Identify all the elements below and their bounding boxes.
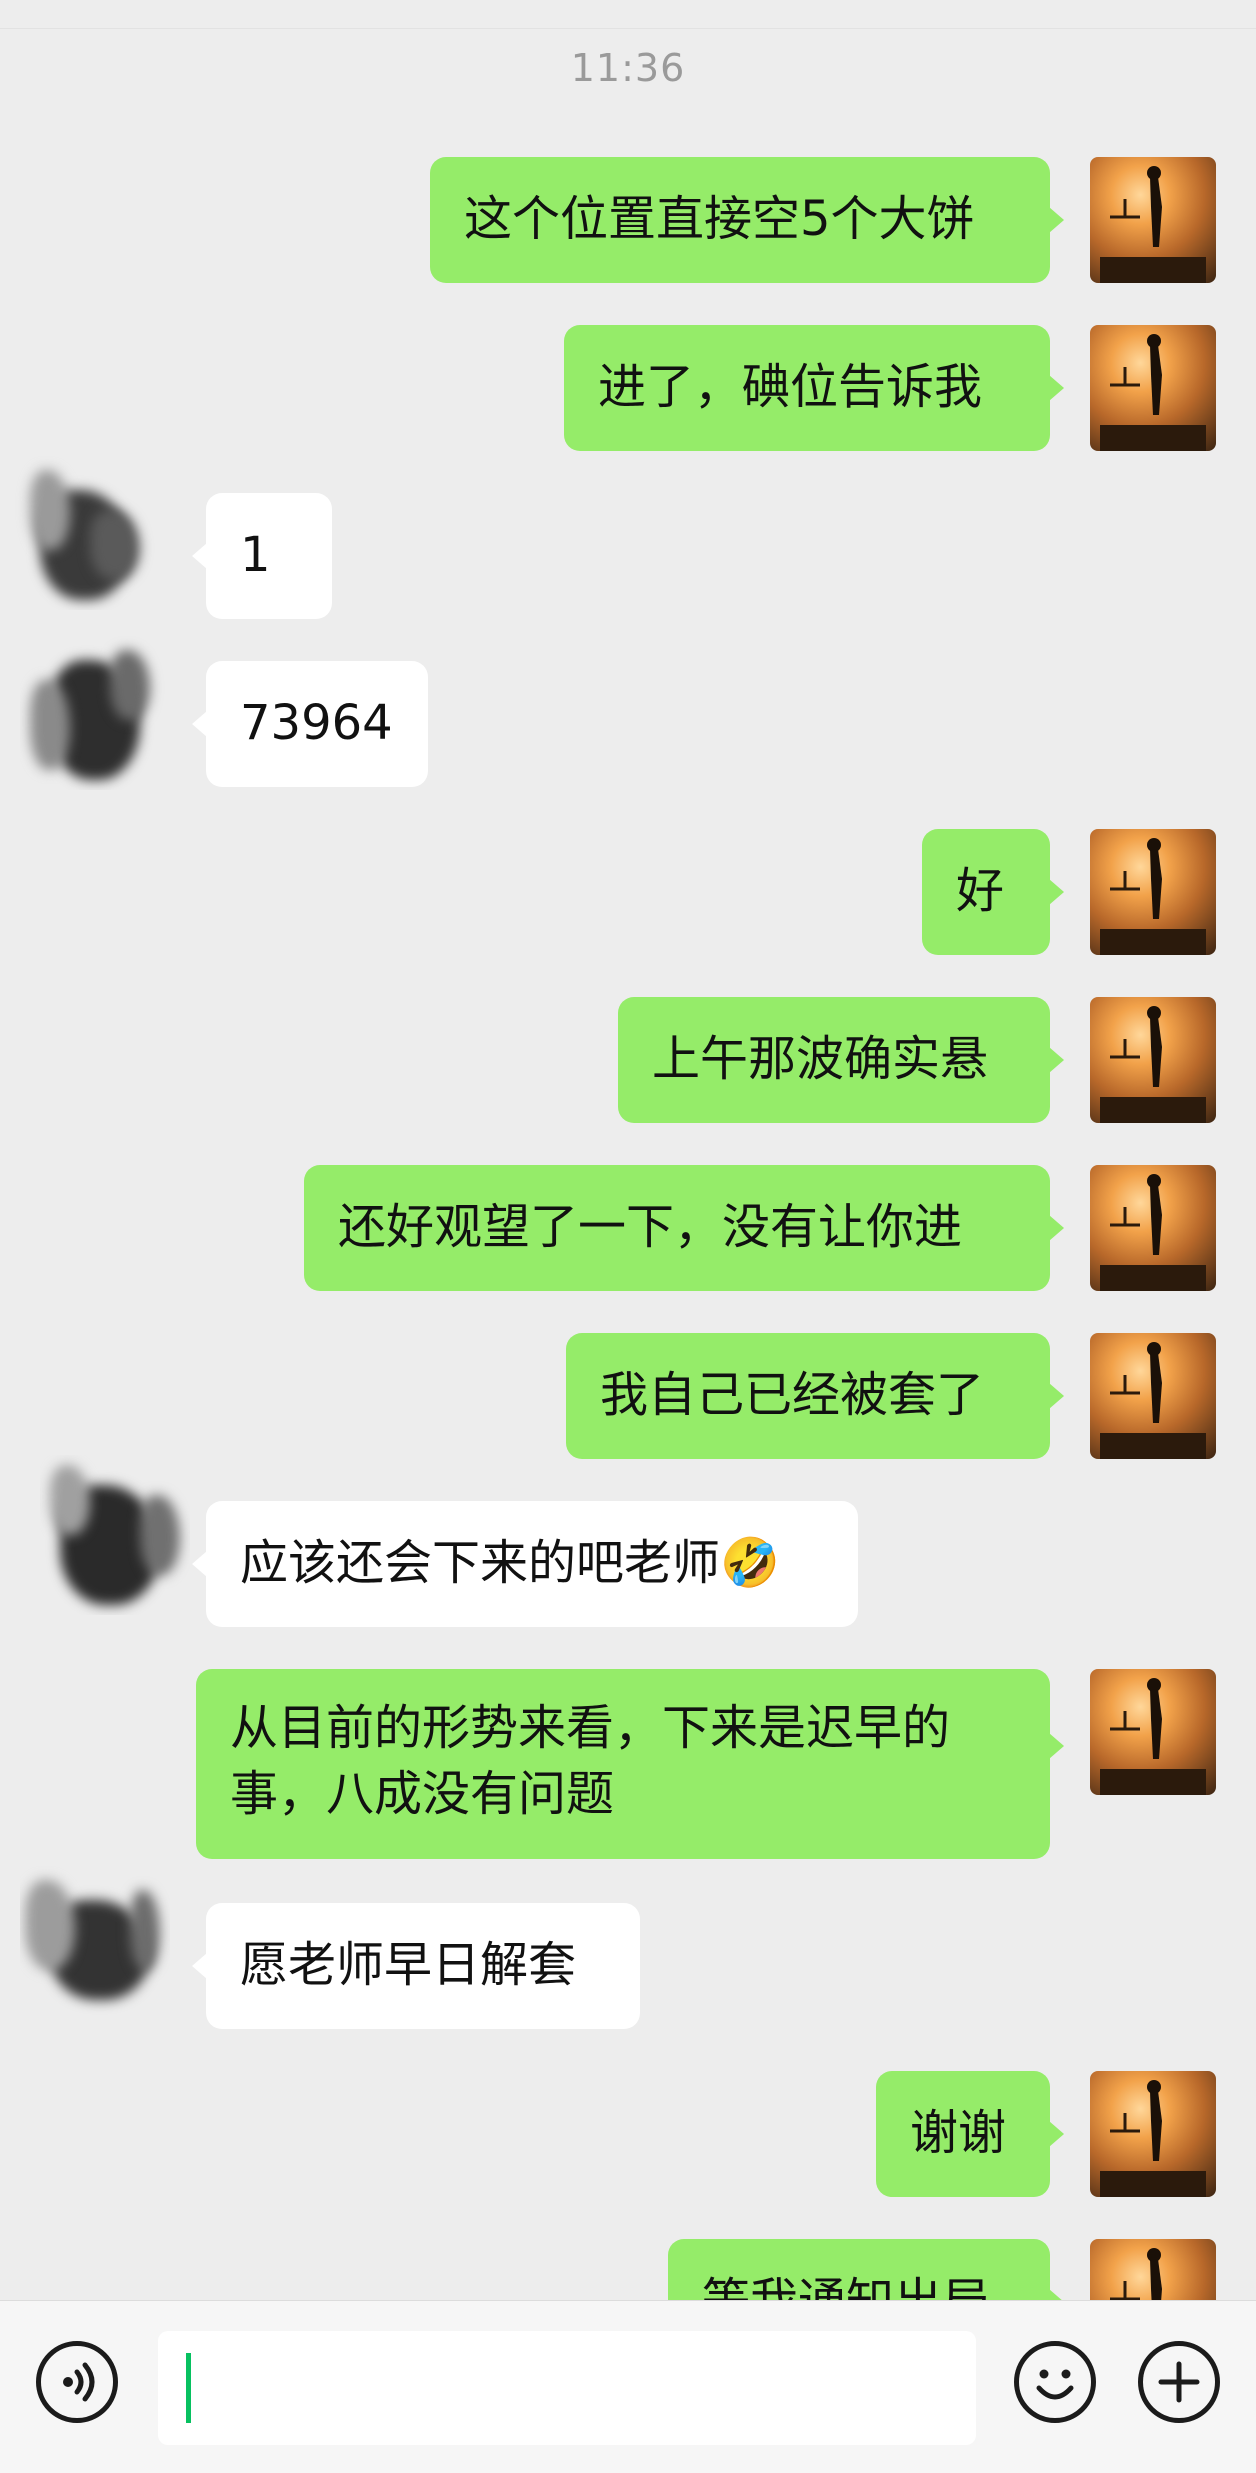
voice-button[interactable] — [36, 2341, 118, 2423]
self-avatar[interactable] — [1090, 997, 1216, 1123]
contact-avatar[interactable] — [20, 1860, 170, 2020]
message-bubble-received[interactable]: 应该还会下来的吧老师🤣 — [192, 1501, 858, 1627]
message-text: 从目前的形势来看，下来是迟早的事，八成没有问题 — [230, 1700, 951, 1822]
message-text: 我自己已经被套了 — [600, 1367, 985, 1423]
message-text: 愿老师早日解套 — [240, 1937, 577, 1993]
self-avatar[interactable] — [1090, 1165, 1216, 1291]
message-bubble-sent[interactable]: 还好观望了一下，没有让你进 — [304, 1165, 1064, 1291]
contact-avatar[interactable] — [10, 450, 160, 610]
message-bubble-sent[interactable]: 谢谢 — [876, 2071, 1064, 2197]
message-text: 等我通知出局 — [702, 2273, 990, 2300]
self-avatar[interactable] — [1090, 829, 1216, 955]
message-bubble-sent[interactable]: 从目前的形势来看，下来是迟早的事，八成没有问题 — [196, 1669, 1064, 1859]
self-avatar[interactable] — [1090, 1333, 1216, 1459]
self-avatar[interactable] — [1090, 157, 1216, 283]
emoji-button[interactable] — [1014, 2341, 1096, 2423]
message-text: 谢谢 — [910, 2105, 1007, 2161]
self-avatar[interactable] — [1090, 325, 1216, 451]
text-caret — [186, 2353, 191, 2423]
message-bubble-sent[interactable]: 进了，碘位告诉我 — [564, 325, 1064, 451]
message-text: 好 — [956, 863, 1005, 919]
message-bubble-sent[interactable]: 我自己已经被套了 — [566, 1333, 1064, 1459]
message-text: 应该还会下来的吧老师🤣 — [240, 1535, 780, 1591]
message-bubble-sent[interactable]: 等我通知出局 — [668, 2239, 1064, 2300]
voice-icon — [63, 2362, 95, 2402]
emoji-icon — [1036, 2369, 1074, 2400]
contact-avatar[interactable] — [20, 630, 170, 790]
message-text: 还好观望了一下，没有让你进 — [338, 1199, 963, 1255]
message-bubble-sent[interactable]: 上午那波确实悬 — [618, 997, 1064, 1123]
message-input[interactable] — [158, 2331, 976, 2445]
plus-icon — [1158, 2361, 1200, 2403]
chat-area[interactable]: 11:36 这个位置直接空5个大饼 进了，碘位告诉我 1 73964 好 上午那… — [0, 0, 1256, 2300]
chat-timestamp: 11:36 — [570, 46, 686, 90]
self-avatar[interactable] — [1090, 1669, 1216, 1795]
input-bar — [0, 2300, 1256, 2473]
self-avatar[interactable] — [1090, 2239, 1216, 2300]
contact-avatar[interactable] — [40, 1455, 190, 1615]
more-button[interactable] — [1138, 2341, 1220, 2423]
message-text: 这个位置直接空5个大饼 — [464, 191, 975, 247]
message-bubble-received[interactable]: 愿老师早日解套 — [192, 1903, 640, 2029]
message-bubble-sent[interactable]: 这个位置直接空5个大饼 — [430, 157, 1064, 283]
message-bubble-sent[interactable]: 好 — [922, 829, 1064, 955]
message-bubble-received[interactable]: 73964 — [192, 661, 428, 787]
message-text: 上午那波确实悬 — [652, 1031, 989, 1087]
message-bubble-received[interactable]: 1 — [192, 493, 332, 619]
message-text: 1 — [240, 527, 271, 583]
message-text: 73964 — [240, 695, 393, 751]
message-text: 进了，碘位告诉我 — [598, 359, 983, 415]
self-avatar[interactable] — [1090, 2071, 1216, 2197]
